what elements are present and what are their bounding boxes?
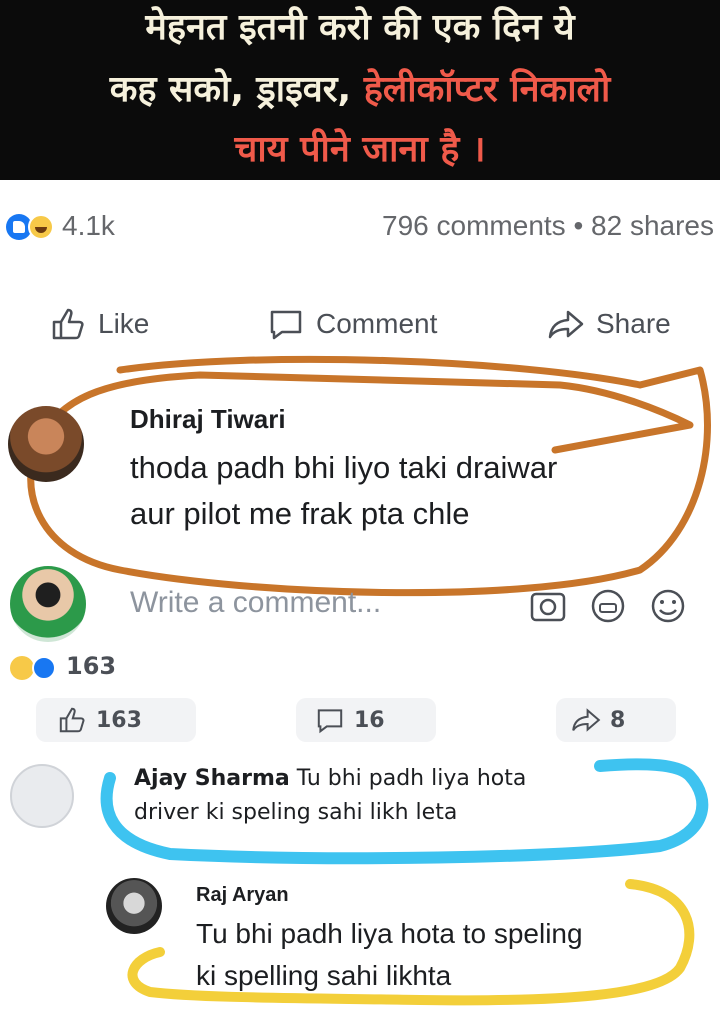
banner-line-2-start: कह सको, ड्राइवर,: [109, 69, 352, 110]
comment-reactions-count[interactable]: 163: [66, 652, 116, 680]
reply-text-line2: driver ki speling sahi likh leta: [134, 800, 458, 825]
comment-reply-count: 16: [354, 707, 385, 733]
reply-line1: Ajay Sharma Tu bhi padh liya hota: [134, 766, 526, 791]
share-arrow-icon: [572, 708, 601, 732]
banner-line-2-highlight: हेलीकॉप्टर निकालो: [363, 69, 611, 110]
like-label: Like: [98, 308, 150, 339]
comment-composer: Write a comment...: [0, 560, 720, 646]
share-arrow-icon: [548, 310, 584, 339]
comment-dhiraj: Dhiraj Tiwari thoda padh bhi liyo taki d…: [0, 398, 720, 548]
post-action-bar: Like Comment Share: [0, 292, 720, 352]
comment-like-count: 163: [96, 707, 142, 733]
comment-author[interactable]: Dhiraj Tiwari: [130, 404, 286, 435]
speech-bubble-icon: [270, 310, 302, 340]
reply-text-line2: ki spelling sahi likhta: [196, 960, 452, 991]
avatar[interactable]: [8, 406, 84, 482]
comment-input[interactable]: Write a comment...: [130, 586, 381, 620]
reactions-count[interactable]: 4.1k: [62, 210, 115, 242]
share-button[interactable]: Share: [546, 304, 671, 344]
comment-reactions-row: 163: [6, 652, 206, 684]
reply-author[interactable]: Ajay Sharma: [134, 766, 290, 791]
camera-icon[interactable]: [528, 586, 568, 626]
comment-text-line1: thoda padh bhi liyo taki draiwar: [130, 450, 558, 485]
avatar: [10, 566, 86, 642]
banner-line-3: चाय पीने जाना है ।: [234, 129, 486, 170]
reply-text-line1: Tu bhi padh liya hota to speling: [196, 918, 583, 949]
sticker-icon[interactable]: [588, 586, 628, 626]
comment-text-line2: aur pilot me frak pta chle: [130, 496, 470, 531]
post-stats-row: 4.1k 796 comments • 82 shares: [0, 200, 720, 256]
share-label: Share: [596, 308, 671, 339]
haha-reaction-icon: [10, 656, 34, 680]
comment-share-button[interactable]: 8: [556, 698, 676, 742]
reply-raj: Raj Aryan Tu bhi padh liya hota to speli…: [0, 872, 720, 1002]
reply-text-line1: Tu bhi padh liya hota: [296, 766, 527, 791]
reply-ajay: Ajay Sharma Tu bhi padh liya hota driver…: [0, 760, 720, 840]
comment-label: Comment: [316, 308, 438, 339]
comment-button[interactable]: Comment: [266, 304, 437, 344]
emoji-icon[interactable]: [648, 586, 688, 626]
speech-bubble-icon: [317, 709, 343, 734]
thumbs-up-icon: [59, 707, 85, 733]
banner-line-1: मेहनत इतनी करो की एक दिन ये: [145, 7, 575, 48]
banner-line-2: कह सको, ड्राइवर, हेलीकॉप्टर निकालो: [0, 68, 720, 112]
comments-shares-count[interactable]: 796 comments • 82 shares: [382, 210, 714, 242]
reply-author[interactable]: Raj Aryan: [196, 884, 289, 907]
avatar: [106, 878, 162, 934]
thumbs-up-icon: [52, 308, 84, 340]
comment-like-button[interactable]: 163: [36, 698, 196, 742]
comment-share-count: 8: [610, 707, 626, 733]
meme-banner: मेहनत इतनी करो की एक दिन ये कह सको, ड्रा…: [0, 0, 720, 180]
haha-reaction-icon[interactable]: [28, 214, 54, 240]
like-button[interactable]: Like: [48, 304, 149, 344]
like-reaction-icon: [32, 656, 56, 680]
comment-reply-button[interactable]: 16: [296, 698, 436, 742]
avatar: [10, 764, 74, 828]
